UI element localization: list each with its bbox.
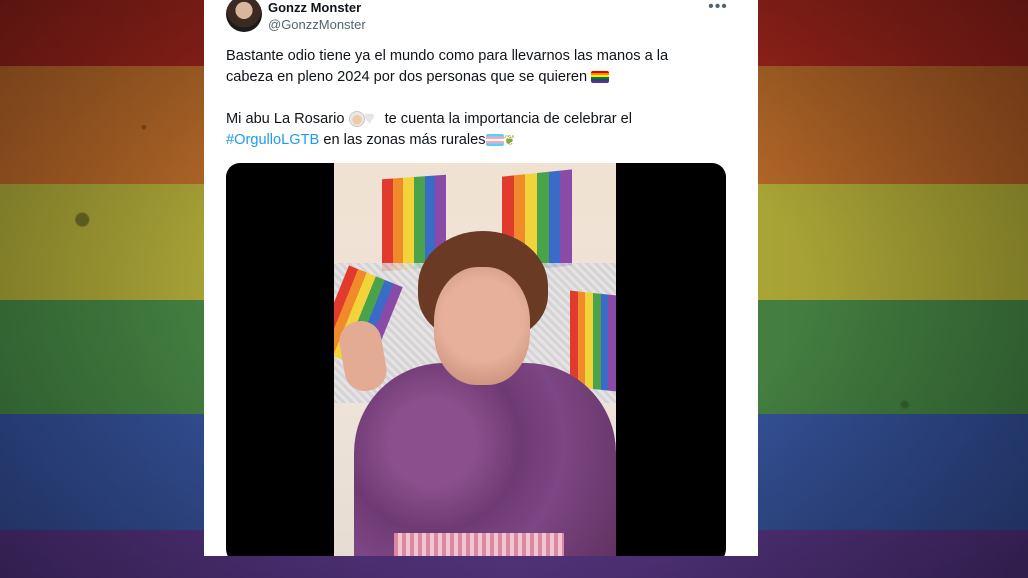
tweet-text-line-1: Bastante odio tiene ya el mundo como par…: [226, 46, 726, 67]
author-handle[interactable]: @GonzzMonster: [268, 17, 366, 32]
older-woman-icon: [348, 111, 365, 128]
skirt-image: [394, 533, 564, 556]
tweet-text: te cuenta la importancia de celebrar el: [384, 111, 632, 127]
tweet-card: Gonzz Monster @GonzzMonster ••• Bastante…: [204, 0, 758, 556]
sheaf-of-rice-icon: ❦: [503, 132, 516, 149]
tweet-text-line-3: Mi abu La Rosario ♥ te cuenta la importa…: [226, 109, 726, 130]
avatar[interactable]: [226, 0, 262, 32]
author-name[interactable]: Gonzz Monster: [268, 0, 361, 15]
woman-face-image: [434, 267, 530, 385]
tweet-text: en las zonas más rurales: [323, 132, 486, 148]
tweet-text-line-2: cabeza en pleno 2024 por dos personas qu…: [226, 67, 726, 88]
rainbow-flag-icon: [591, 71, 610, 84]
white-heart-icon: ♥: [364, 110, 375, 128]
transgender-flag-icon: [485, 134, 504, 147]
video-frame: [334, 163, 616, 556]
tweet-text: Mi abu La Rosario: [226, 111, 345, 127]
video-player[interactable]: [226, 163, 726, 556]
tweet-text-line-4: #OrgulloLGTB en las zonas más rurales ❦: [226, 130, 726, 151]
hashtag-link[interactable]: #OrgulloLGTB: [226, 132, 319, 148]
more-options-icon[interactable]: •••: [708, 0, 728, 16]
tweet-text: Bastante odio tiene ya el mundo como par…: [226, 48, 669, 64]
woman-body-image: [354, 363, 616, 556]
tweet-text: cabeza en pleno 2024 por dos personas qu…: [226, 69, 588, 85]
pride-flag-image: [570, 290, 616, 392]
